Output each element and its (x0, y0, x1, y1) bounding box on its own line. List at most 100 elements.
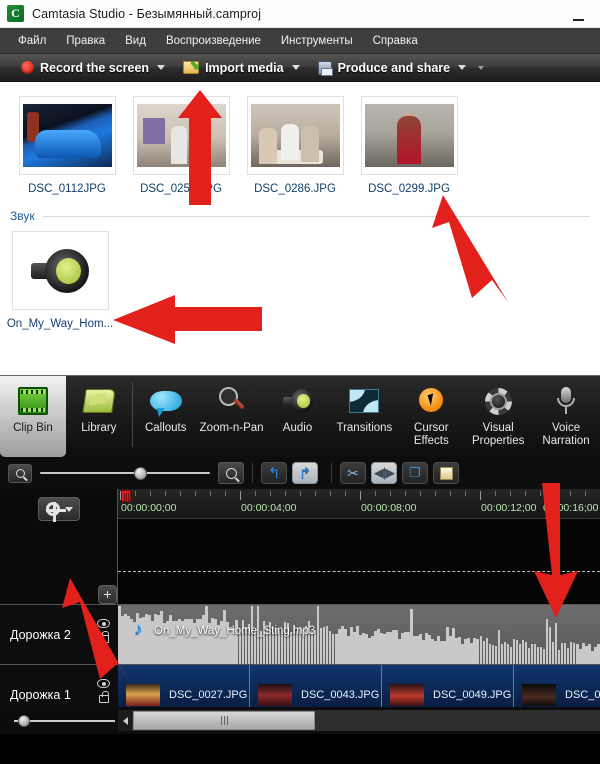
timeline-empty-area[interactable] (118, 519, 600, 604)
music-note-icon: ♪ (134, 619, 143, 638)
scissors-icon: ✂ (347, 464, 359, 481)
thumbnail-image (136, 104, 226, 167)
import-label: Import media (205, 60, 284, 75)
chevron-down-icon[interactable] (291, 65, 300, 70)
timeline-zoom-slider[interactable] (40, 466, 210, 480)
cursor-glow-icon (417, 384, 445, 418)
tab-label: Clip Bin (13, 422, 53, 434)
undo-arrow-icon: ↰ (267, 464, 281, 482)
chevron-down-icon (64, 506, 73, 512)
clip-bin-item[interactable]: DSC_0286.JPG (238, 96, 352, 195)
chevron-down-icon[interactable] (157, 65, 166, 70)
produce-label: Produce and share (337, 60, 451, 75)
redo-button[interactable]: ↱ (292, 462, 318, 484)
menu-item-playback[interactable]: Воспроизведение (156, 32, 271, 50)
lock-icon[interactable] (99, 631, 109, 643)
tab-audio[interactable]: Audio (265, 376, 331, 457)
tab-label: Cursor Effects (413, 422, 449, 447)
menu-item-help[interactable]: Справка (363, 32, 428, 50)
folder-import-icon: ⬊ (183, 59, 200, 74)
paste-button[interactable] (433, 462, 459, 484)
zoom-in-button[interactable] (218, 462, 244, 484)
tab-voice-narration[interactable]: Voice Narration (532, 376, 600, 457)
cut-button[interactable]: ✂ (340, 462, 366, 484)
folder-library-icon (82, 384, 116, 418)
copy-button[interactable]: ❐ (402, 462, 428, 484)
tab-visual-properties[interactable]: Visual Properties (464, 376, 532, 457)
ruler-label: 00:00:00;00 (121, 502, 177, 514)
tab-zoom-n-pan[interactable]: Zoom-n-Pan (199, 376, 265, 457)
video-clip-label: DSC_0027.JPG (169, 688, 248, 701)
clip-bin-audio-label: On_My_Way_Hom... (6, 318, 114, 330)
menu-item-edit[interactable]: Правка (56, 32, 115, 50)
audio-clip[interactable]: ♪ On_My_Way_Home_Sting.mp3 (118, 605, 600, 664)
camtasia-window: C Camtasia Studio - Безымянный.camproj Ф… (0, 0, 600, 764)
split-icon: ◀|▶ (373, 465, 395, 480)
clip-bin-item[interactable]: DSC_0256.JPG (124, 96, 238, 195)
tab-clip-bin[interactable]: Clip Bin (0, 376, 66, 457)
record-the-screen-button[interactable]: Record the screen (12, 55, 174, 81)
clip-bin-audio-item[interactable]: On_My_Way_Hom... (6, 231, 114, 330)
slider-knob[interactable] (18, 715, 30, 727)
thumbnail-frame (18, 96, 116, 175)
tab-label: Zoom-n-Pan (199, 422, 264, 434)
produce-disk-icon (317, 60, 333, 76)
audio-section-title: Звук (10, 209, 35, 223)
drop-indicator-line (118, 571, 600, 572)
copy-icon: ❐ (409, 465, 421, 480)
tab-library[interactable]: Library (66, 376, 132, 457)
audio-section-header: Звук (0, 195, 600, 223)
track-header[interactable]: Дорожка 2 (0, 604, 118, 664)
tab-cursor-effects[interactable]: Cursor Effects (398, 376, 464, 457)
clip-thumbnail (522, 683, 556, 706)
import-media-button[interactable]: ⬊ Import media (174, 55, 309, 81)
ruler-label: 00:00:12;00 (481, 502, 537, 514)
playhead-handle[interactable] (121, 490, 131, 502)
title-bar: C Camtasia Studio - Безымянный.camproj (0, 0, 600, 28)
tab-transitions[interactable]: Transitions (330, 376, 398, 457)
scrollbar-thumb[interactable] (133, 711, 315, 730)
eye-icon[interactable] (97, 679, 110, 688)
clip-bin-item[interactable]: DSC_0112JPG (10, 96, 124, 195)
undo-button[interactable]: ↰ (261, 462, 287, 484)
thumbnail-frame (246, 96, 344, 175)
tab-label: Voice Narration (542, 422, 590, 447)
track-name: Дорожка 2 (10, 627, 71, 642)
horizontal-scrollbar[interactable] (118, 710, 600, 731)
track-height-slider[interactable] (10, 715, 115, 727)
audio-clip-label: On_My_Way_Home_Sting.mp3 (154, 625, 316, 637)
section-divider (42, 215, 590, 217)
magnifier-icon (218, 384, 246, 418)
ruler-label: 00:00:16;00 (543, 502, 599, 514)
timeline-bottom-bar (0, 707, 600, 734)
add-track-button[interactable]: + (98, 585, 117, 604)
produce-and-share-button[interactable]: Produce and share (309, 55, 494, 81)
grip-icon (223, 716, 225, 725)
clip-bin-item-label: DSC_0256.JPG (140, 183, 222, 195)
clip-bin-media-grid: DSC_0112JPG DSC_0256.JPG DSC_0286.JPG DS… (0, 82, 600, 195)
timeline-ruler[interactable]: 00:00:00;00 00:00:04;00 00:00:08;00 00:0… (118, 489, 600, 519)
tab-callouts[interactable]: Callouts (133, 376, 199, 457)
eye-icon[interactable] (97, 619, 110, 628)
menu-item-tools[interactable]: Инструменты (271, 32, 363, 50)
timeline-settings-button[interactable] (38, 497, 80, 522)
tab-label: Callouts (144, 422, 187, 434)
split-button[interactable]: ◀|▶ (371, 462, 397, 484)
toolbar-overflow-icon[interactable] (478, 65, 485, 70)
zoom-out-button[interactable] (8, 463, 32, 483)
track-content[interactable]: ♪ On_My_Way_Home_Sting.mp3 (118, 604, 600, 664)
menu-item-file[interactable]: Файл (8, 32, 56, 50)
lock-icon[interactable] (99, 691, 109, 703)
video-clip-label: DSC_0043.JPG (301, 688, 380, 701)
scroll-left-button[interactable] (118, 710, 132, 731)
thumbnail-image (22, 104, 112, 167)
slider-knob[interactable] (134, 467, 147, 480)
slider-track (40, 472, 210, 474)
magnifier-large-icon (225, 467, 237, 479)
chevron-down-icon[interactable] (458, 65, 467, 70)
thumbnail-frame (132, 96, 230, 175)
menu-item-view[interactable]: Вид (115, 32, 156, 50)
clip-bin-item[interactable]: DSC_0299.JPG (352, 96, 466, 195)
transition-icon (349, 384, 380, 418)
minimize-button[interactable] (564, 0, 592, 28)
